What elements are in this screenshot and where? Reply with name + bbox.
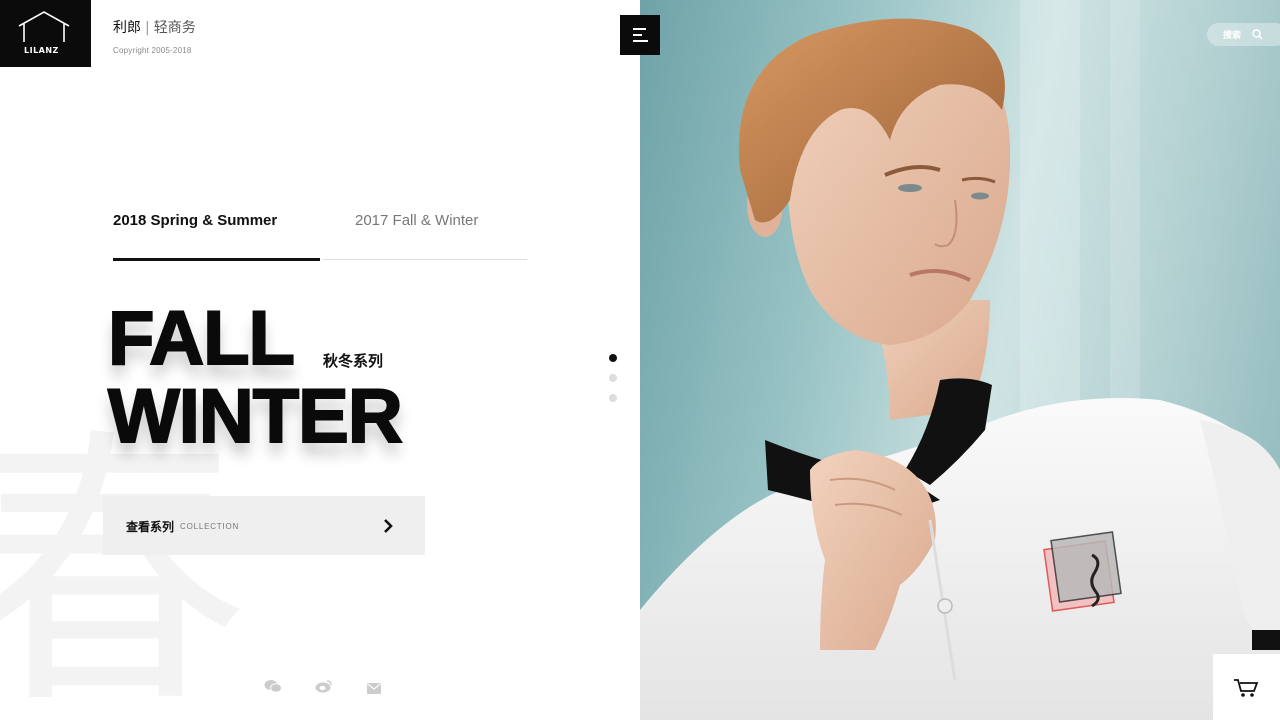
hamburger-icon <box>633 28 646 30</box>
brand-subtitle: 轻商务 <box>153 20 196 36</box>
pagination-dot-3[interactable] <box>609 394 617 402</box>
cta-label-cn: 查看系列 <box>126 520 175 534</box>
tab-active-indicator <box>113 258 320 261</box>
brand-logo[interactable]: LILANZ <box>0 0 91 67</box>
hamburger-icon-line <box>633 34 642 36</box>
cart-button[interactable] <box>1213 654 1280 720</box>
tab-divider <box>323 259 527 260</box>
menu-button[interactable] <box>620 15 660 55</box>
left-panel: 春 LILANZ 利郎 | 轻商务 Copyright 2005-2018 2018… <box>0 0 640 720</box>
weibo-icon[interactable] <box>315 679 333 698</box>
hero-subtitle: 秋冬系列 <box>323 352 384 370</box>
view-collection-button[interactable]: 查看系列 COLLECTION <box>103 496 425 555</box>
slide-pagination <box>609 354 617 414</box>
search-button[interactable]: 搜索 <box>1207 23 1280 46</box>
search-label: 搜索 <box>1223 31 1242 41</box>
brand-separator: | <box>145 20 150 36</box>
pagination-dot-2[interactable] <box>609 374 617 382</box>
pagination-dot-1[interactable] <box>609 354 617 362</box>
copyright-text: Copyright 2005-2018 <box>113 46 192 55</box>
cart-icon <box>1234 679 1259 697</box>
house-logo-icon <box>18 11 70 42</box>
hero-line-winter: WINTER <box>107 374 404 459</box>
chevron-right-icon <box>384 519 393 533</box>
wechat-icon[interactable] <box>264 679 282 698</box>
cta-label-en: COLLECTION <box>180 522 240 531</box>
season-tabs: 2018 Spring & Summer 2017 Fall & Winter <box>113 212 527 262</box>
hamburger-icon-line <box>633 40 648 42</box>
brand-title: 利郎 <box>113 20 141 36</box>
model-photo-illustration <box>640 0 1280 720</box>
tab-2017-fall-winter[interactable]: 2017 Fall & Winter <box>355 212 478 229</box>
logo-wordmark: LILANZ <box>24 46 59 55</box>
hero-heading: FALL WINTER <box>107 299 404 459</box>
brand-name: 利郎 | 轻商务 <box>113 17 196 37</box>
search-icon <box>1252 29 1263 40</box>
tab-2018-spring-summer[interactable]: 2018 Spring & Summer <box>113 212 277 229</box>
hero-photo <box>640 0 1280 720</box>
mail-icon[interactable] <box>367 681 381 699</box>
background-character: 春 <box>0 406 250 720</box>
